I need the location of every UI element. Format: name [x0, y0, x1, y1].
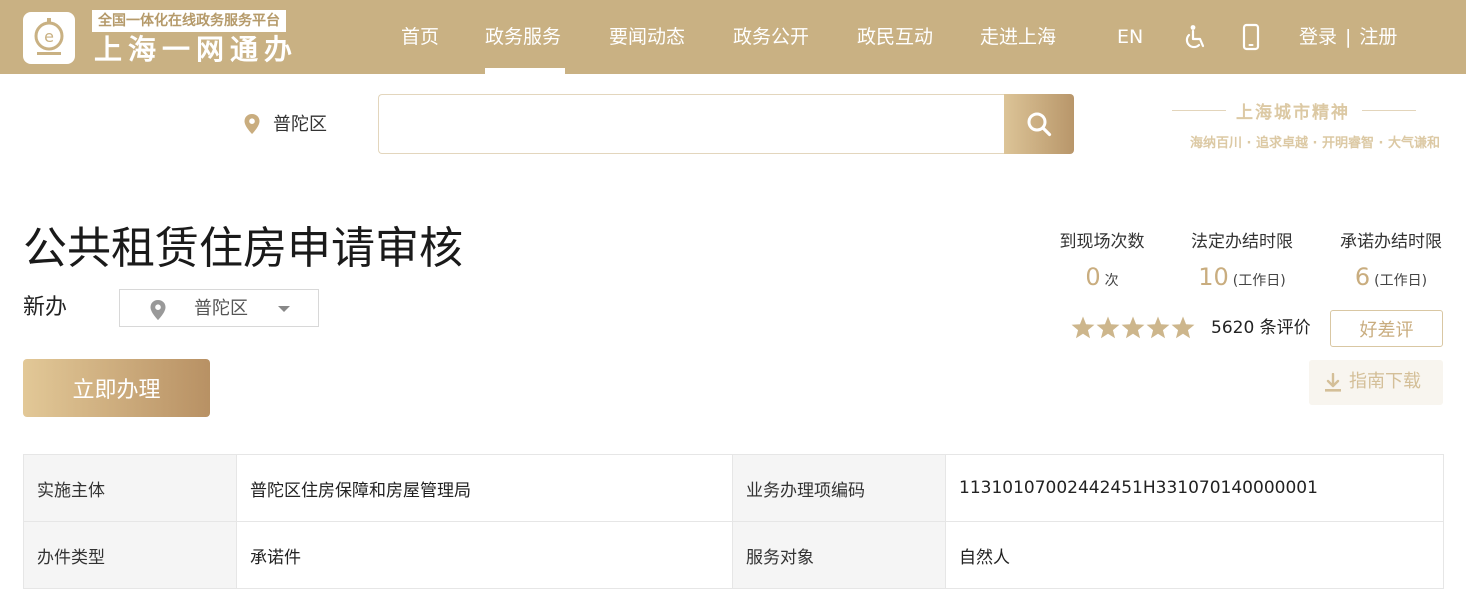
stat-label-promised-time-limit: 承诺办结时限: [1340, 232, 1442, 252]
table-row: 实施主体 普陀区住房保障和房屋管理局 业务办理项编码 1131010700244…: [23, 454, 1444, 522]
star-icon: [1071, 316, 1095, 339]
guide-download-button[interactable]: 指南下载: [1309, 360, 1443, 405]
language-switch[interactable]: EN: [1117, 22, 1143, 52]
search-input[interactable]: [378, 94, 1006, 154]
guide-download-label: 指南下载: [1349, 371, 1421, 392]
region-selected-value: 普陀区: [194, 298, 248, 319]
stat-label-legal-time-limit: 法定办结时限: [1191, 232, 1293, 252]
stat-unit: (工作日): [1232, 273, 1286, 289]
stat-number: 6: [1354, 263, 1371, 291]
nav-about-shanghai[interactable]: 走进上海: [980, 22, 1056, 52]
slogan-title: 上海城市精神: [1236, 103, 1350, 123]
download-icon: [1325, 373, 1341, 392]
star-icon: [1146, 316, 1170, 339]
mobile-phone-icon[interactable]: [1237, 23, 1265, 51]
nav-government-services[interactable]: 政务服务: [485, 22, 561, 52]
rating-count[interactable]: 5620 条评价: [1211, 316, 1311, 340]
stat-value-onsite-visits: 0次: [1052, 262, 1152, 296]
login-link[interactable]: 登录: [1299, 26, 1337, 48]
table-key: 实施主体: [23, 454, 237, 522]
table-value: 11310107002442451H331070140000001: [945, 454, 1444, 522]
star-icon: [1121, 316, 1145, 339]
nav-home[interactable]: 首页: [401, 22, 439, 52]
slogan-subtitle: 海纳百川 · 追求卓越 · 开明睿智 · 大气谦和: [1190, 136, 1440, 151]
logo-brand-name[interactable]: 上海一网通办: [94, 32, 298, 68]
shanghai-logo-icon[interactable]: e: [23, 12, 75, 64]
search-button[interactable]: [1004, 94, 1074, 154]
svg-text:e: e: [44, 27, 54, 46]
table-value: 自然人: [945, 521, 1444, 589]
auth-separator: |: [1345, 26, 1352, 48]
slogan-line-right: [1362, 110, 1416, 111]
table-row: 办件类型 承诺件 服务对象 自然人: [23, 521, 1444, 589]
rate-service-button[interactable]: 好差评: [1330, 310, 1443, 347]
rating-stars: [1071, 316, 1195, 339]
top-navigation-bar: e 全国一体化在线政务服务平台 上海一网通办 首页 政务服务 要闻动态 政务公开…: [0, 0, 1466, 74]
region-dropdown[interactable]: 普陀区: [119, 289, 319, 327]
star-icon: [1171, 316, 1195, 339]
location-pin-icon: [244, 114, 260, 134]
table-key: 服务对象: [732, 521, 946, 589]
stat-number: 10: [1198, 263, 1229, 291]
nav-active-indicator: [485, 68, 565, 74]
nav-news[interactable]: 要闻动态: [609, 22, 685, 52]
nav-government-affairs[interactable]: 政务公开: [733, 22, 809, 52]
stat-unit: 次: [1104, 273, 1119, 289]
location-pin-icon: [150, 300, 166, 320]
search-icon: [1027, 112, 1052, 137]
stat-value-legal-time-limit: 10 (工作日): [1176, 262, 1308, 296]
table-key: 业务办理项编码: [732, 454, 946, 522]
register-link[interactable]: 注册: [1359, 26, 1397, 48]
stat-number: 0: [1085, 263, 1101, 291]
stat-value-promised-time-limit: 6 (工作日): [1326, 262, 1456, 296]
table-value: 承诺件: [236, 521, 733, 589]
table-key: 办件类型: [23, 521, 237, 589]
chevron-down-icon: [278, 306, 290, 312]
slogan-line-left: [1172, 110, 1226, 111]
service-type: 新办: [23, 295, 68, 320]
current-location[interactable]: 普陀区: [273, 112, 327, 138]
star-icon: [1096, 316, 1120, 339]
service-info-table: 实施主体 普陀区住房保障和房屋管理局 业务办理项编码 1131010700244…: [23, 454, 1444, 589]
nav-interaction[interactable]: 政民互动: [857, 22, 933, 52]
wheelchair-icon[interactable]: [1180, 23, 1208, 51]
table-value: 普陀区住房保障和房屋管理局: [236, 454, 733, 522]
logo-tagline: 全国一体化在线政务服务平台: [92, 10, 286, 32]
apply-now-button[interactable]: 立即办理: [23, 359, 210, 417]
stat-label-onsite-visits: 到现场次数: [1059, 232, 1145, 252]
stat-unit: (工作日): [1374, 273, 1428, 289]
auth-links: 登录 | 注册: [1299, 22, 1397, 52]
page-title: 公共租赁住房申请审核: [23, 223, 463, 274]
